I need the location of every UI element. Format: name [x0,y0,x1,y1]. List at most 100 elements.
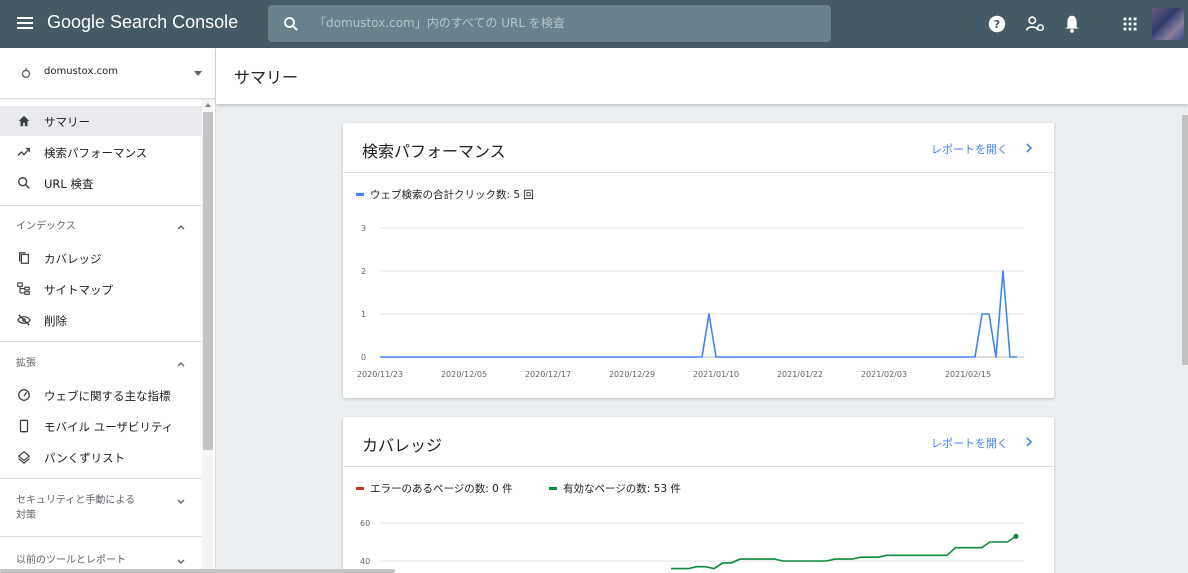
property-icon [21,67,31,79]
coverage-card: カバレッジ レポートを開く エラーのあるページの数: 0 件 有効なページの数:… [343,417,1054,573]
divider [343,172,1054,173]
divider [343,466,1054,467]
card-title: 検索パフォーマンス [362,142,506,161]
sidebar-item-coverage[interactable]: カバレッジ [0,243,202,273]
hamburger-menu-icon[interactable] [14,12,36,34]
chart-legend: ウェブ検索の合計クリック数: 5 回 [356,187,534,202]
layers-icon [17,450,31,464]
account-avatar[interactable] [1152,8,1184,40]
chevron-right-icon[interactable] [1024,142,1034,154]
sidebar-item-label: 検索パフォーマンス [44,146,148,160]
sidebar-nav: サマリー 検索パフォーマンス URL 検査 インデックス カバレッジ サイトマッ… [0,100,216,573]
sidebar-item-label: カバレッジ [44,252,102,266]
url-inspection-search[interactable] [268,5,831,42]
section-label: インデックス [16,221,76,232]
scroll-up-arrow-icon[interactable] [205,103,211,107]
y-tick-label: 40 [360,557,370,566]
chevron-right-icon[interactable] [1024,436,1034,448]
x-tick-label: 2021/02/03 [861,370,907,379]
section-enhancements-header[interactable]: 拡張 [0,355,202,373]
y-tick-label: 2 [361,267,366,276]
x-tick-label: 2020/12/29 [609,370,655,379]
horizontal-scrollbar-thumb[interactable] [0,569,395,573]
sidebar-item-performance[interactable]: 検索パフォーマンス [0,137,202,167]
sidebar-item-label: 削除 [44,314,67,328]
section-label: 対策 [16,510,36,521]
manage-users-icon[interactable] [1024,13,1046,35]
x-tick-label: 2020/12/17 [525,370,571,379]
y-tick-label: 60 [360,519,370,528]
svg-text:?: ? [994,18,1000,31]
sidebar-item-label: ウェブに関する主な指標 [44,389,171,403]
dropdown-arrow-icon [194,71,202,76]
x-tick-label: 2021/01/10 [693,370,739,379]
search-icon [18,177,30,189]
coverage-chart: 40 60 [360,519,1024,570]
legend-swatch [549,487,557,490]
main-scrollbar-thumb[interactable] [1182,115,1188,365]
x-tick-label: 2020/12/05 [441,370,487,379]
search-icon [284,17,298,31]
speed-gauge-icon [18,389,30,401]
sidebar-item-label: モバイル ユーザビリティ [44,420,174,434]
legend-label: エラーのあるページの数: 0 件 [370,483,513,495]
legend-swatch [356,193,364,196]
section-label: 以前のツールとレポート [16,555,126,566]
sidebar-item-label: サイトマップ [44,283,113,297]
legend-label: ウェブ検索の合計クリック数: 5 回 [370,189,534,201]
chart-legend-valid: 有効なページの数: 53 件 [549,481,681,496]
section-index-header[interactable]: インデックス [0,218,202,236]
performance-chart: 0 1 2 3 2020/11/23 2020/12/05 2020/12/17 2020/1… [357,224,1024,379]
sidebar-item-url-inspection[interactable]: URL 検査 [0,168,202,198]
sidebar-item-summary[interactable]: サマリー [0,106,202,136]
sidebar-item-mobile-usability[interactable]: モバイル ユーザビリティ [0,411,202,441]
sidebar-item-core-web-vitals[interactable]: ウェブに関する主な指標 [0,380,202,410]
property-selector[interactable]: domustox.com [0,48,216,99]
mobile-icon [19,419,29,433]
y-tick-label: 3 [361,224,366,233]
divider [0,478,202,479]
open-report-link[interactable]: レポートを開く [931,435,1008,451]
x-tick-label: 2021/02/15 [945,370,991,379]
x-tick-label: 2021/01/22 [777,370,823,379]
section-legacy-header[interactable]: 以前のツールとレポート [0,552,202,570]
home-icon [18,115,30,127]
apps-grid-icon[interactable] [1119,13,1141,35]
y-tick-label: 1 [361,310,366,319]
x-tick-label: 2020/11/23 [357,370,403,379]
hidden-icon [17,314,31,326]
sidebar-scrollbar-thumb[interactable] [203,112,213,450]
divider [0,341,202,342]
card-title: カバレッジ [362,436,443,455]
sidebar-item-label: サマリー [44,115,90,129]
trending-icon [17,147,30,156]
sidebar-item-breadcrumbs[interactable]: パンくずリスト [0,442,202,472]
legend-swatch [356,487,364,490]
section-security-header[interactable]: セキュリティと手動による 対策 [0,493,202,525]
series-line-valid-pages [671,535,1017,570]
section-label: セキュリティと手動による [16,495,136,506]
performance-card: 検索パフォーマンス レポートを開く ウェブ検索の合計クリック数: 5 回 0 1 2… [343,123,1054,398]
sidebar-item-removals[interactable]: 削除 [0,305,202,335]
sitemap-icon [17,282,30,295]
page-title: サマリー [234,68,299,87]
chevron-up-icon [177,362,185,367]
divider [0,536,202,537]
chart-legend-error: エラーのあるページの数: 0 件 [356,481,513,496]
series-endpoint-valid-pages [1013,533,1019,539]
chevron-down-icon [177,559,185,564]
legend-label: 有効なページの数: 53 件 [563,483,681,495]
top-app-bar: Google Search Console ? [0,0,1188,48]
y-tick-label: 0 [361,353,366,362]
chevron-up-icon [177,225,185,230]
open-report-link[interactable]: レポートを開く [931,141,1008,157]
search-input[interactable] [314,13,814,33]
sidebar-item-label: パンくずリスト [44,451,126,465]
app-brand[interactable]: Google Search Console [47,12,238,33]
sidebar-item-sitemaps[interactable]: サイトマップ [0,274,202,304]
chevron-down-icon [177,499,185,504]
sidebar-item-label: URL 検査 [44,177,94,191]
divider [0,205,202,206]
notifications-icon[interactable] [1061,13,1083,35]
help-icon[interactable]: ? [986,13,1008,35]
